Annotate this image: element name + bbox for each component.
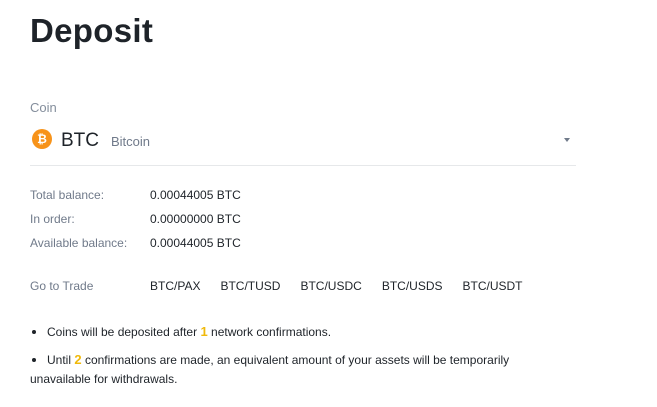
note-2-text: Until [47,353,72,367]
trade-pair-btc-usds[interactable]: BTC/USDS [382,279,443,293]
chevron-down-icon [564,138,570,142]
coin-symbol: BTC [61,130,99,151]
trade-pair-btc-usdt[interactable]: BTC/USDT [463,279,523,293]
total-balance-label: Total balance: [30,188,105,202]
go-to-trade-label: Go to Trade [30,279,94,293]
note-1-count: 1 [200,324,208,339]
coin-label: Coin [30,100,57,115]
available-balance-value: 0.00044005 BTC [150,236,241,250]
trade-pairs: BTC/PAX BTC/TUSD BTC/USDC BTC/USDS BTC/U… [150,279,543,293]
note-1-text-end: network confirmations. [211,325,332,339]
note-2-text-end: confirmations are made, an equivalent am… [30,353,510,386]
deposit-notes: Coins will be deposited after 1 network … [30,322,550,389]
bullet [32,358,36,362]
in-order-label: In order: [30,212,75,226]
available-balance-label: Available balance: [30,236,128,250]
bitcoin-icon: ₿ [32,129,52,149]
in-order-value: 0.00000000 BTC [150,212,241,226]
go-to-trade-row: Go to Trade BTC/PAX BTC/TUSD BTC/USDC BT… [30,279,630,295]
note-confirmations: Coins will be deposited after 1 network … [30,322,550,342]
trade-pair-btc-pax[interactable]: BTC/PAX [150,279,200,293]
trade-pair-btc-tusd[interactable]: BTC/TUSD [220,279,280,293]
total-balance-value: 0.00044005 BTC [150,188,241,202]
coin-name: Bitcoin [111,134,151,149]
note-withdrawal-lock: Until 2 confirmations are made, an equiv… [30,350,550,389]
page-title: Deposit [30,12,154,49]
coin-select-dropdown[interactable]: ₿ BTC Bitcoin [30,124,576,166]
note-2-count: 2 [74,352,82,367]
bullet [32,330,36,334]
note-1-text: Coins will be deposited after [47,325,198,339]
trade-pair-btc-usdc[interactable]: BTC/USDC [300,279,361,293]
